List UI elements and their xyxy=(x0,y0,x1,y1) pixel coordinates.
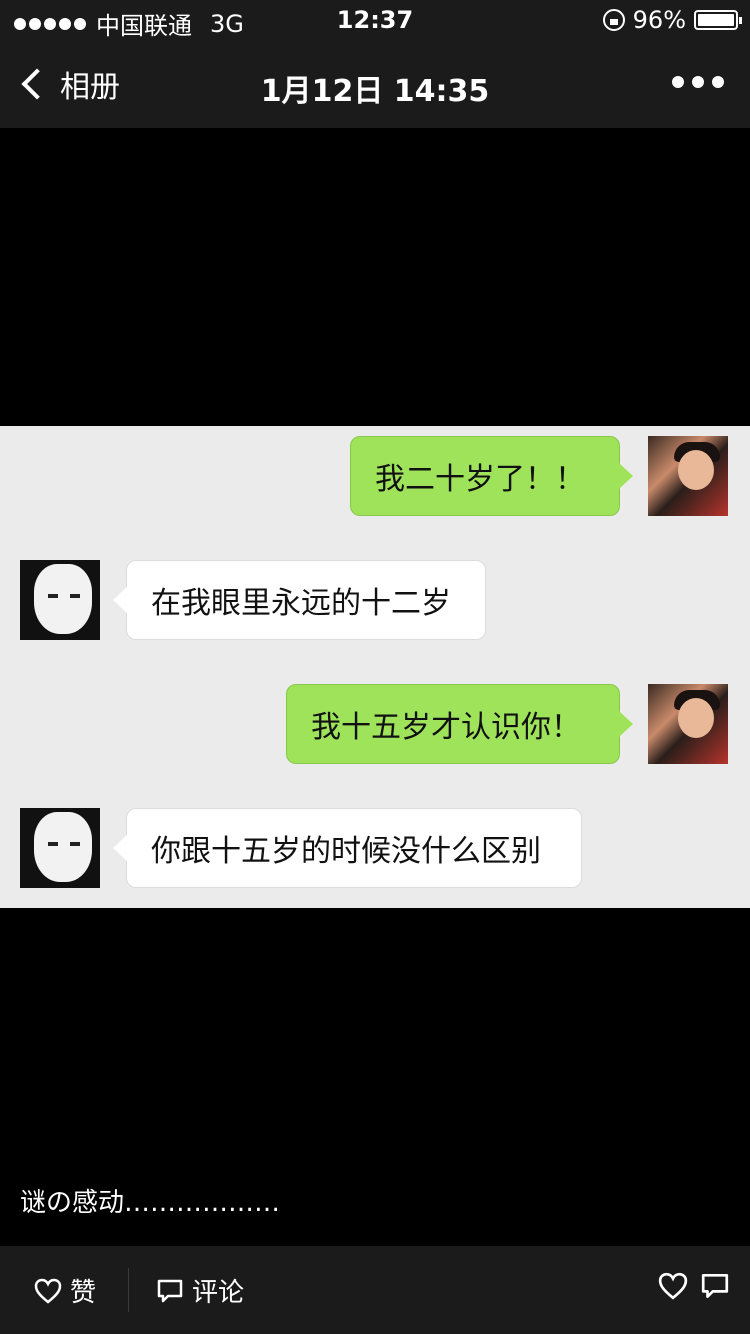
chat-bubble-self: 我二十岁了！！ xyxy=(350,436,633,516)
battery-percent: 96% xyxy=(632,6,686,34)
bottom-toolbar: 赞 评论 xyxy=(0,1246,750,1334)
message-text: 我十五岁才认识你！ xyxy=(311,710,581,745)
avatar xyxy=(20,560,100,640)
photo-caption: 谜の感动……………… xyxy=(20,1188,281,1218)
comment-button[interactable]: 评论 xyxy=(156,1272,244,1309)
comment-icon xyxy=(156,1278,184,1304)
comment-list-icon[interactable] xyxy=(700,1272,730,1300)
message-text: 我二十岁了！！ xyxy=(375,462,585,497)
like-count-heart-icon[interactable] xyxy=(658,1272,688,1300)
chat-bubble-self: 我十五岁才认识你！ xyxy=(286,684,633,764)
like-label: 赞 xyxy=(70,1278,97,1308)
status-right: 96% xyxy=(602,6,742,34)
status-bar: 中国联通 3G 12:37 96% xyxy=(0,0,750,40)
chat-row: 在我眼里永远的十二岁 xyxy=(0,560,750,642)
chat-bubble-other: 在我眼里永远的十二岁 xyxy=(113,560,486,640)
avatar xyxy=(648,436,728,516)
nav-bar: 相册 1月12日 14:35 xyxy=(0,40,750,128)
chat-row: 我十五岁才认识你！ xyxy=(0,684,750,766)
chat-row: 我二十岁了！！ xyxy=(0,436,750,518)
avatar xyxy=(648,684,728,764)
comment-label: 评论 xyxy=(192,1278,245,1308)
page-title: 1月12日 14:35 xyxy=(260,74,490,109)
heart-icon xyxy=(34,1278,62,1304)
chat-row: 你跟十五岁的时候没什么区别 xyxy=(0,808,750,890)
photo-viewer-image[interactable]: 我二十岁了！！ 在我眼里永远的十二岁 我十五岁才认识你！ 你跟十五岁的时候没什么… xyxy=(0,426,750,908)
more-dot-icon xyxy=(672,76,684,88)
avatar xyxy=(20,808,100,888)
message-text: 在我眼里永远的十二岁 xyxy=(151,586,451,621)
like-button[interactable]: 赞 xyxy=(34,1272,96,1309)
rotation-lock-icon xyxy=(602,9,625,31)
chat-bubble-other: 你跟十五岁的时候没什么区别 xyxy=(113,808,582,888)
battery-icon xyxy=(694,10,742,30)
message-text: 你跟十五岁的时候没什么区别 xyxy=(151,834,541,869)
toolbar-right-icons xyxy=(658,1272,730,1300)
more-dot-icon xyxy=(692,76,704,88)
more-dot-icon xyxy=(712,76,724,88)
toolbar-divider xyxy=(128,1268,129,1312)
more-options-button[interactable] xyxy=(672,76,724,88)
